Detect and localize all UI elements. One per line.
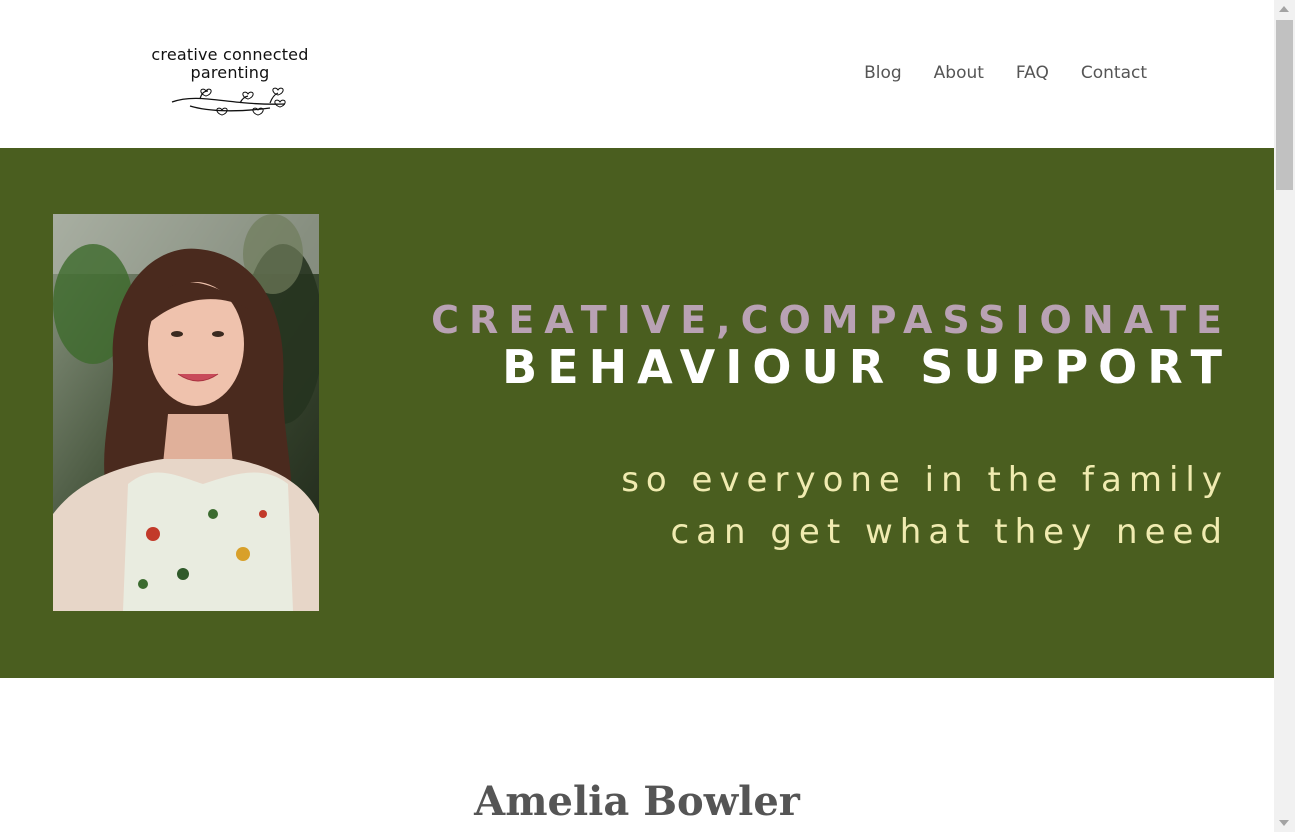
- site-logo[interactable]: creative connected parenting: [144, 46, 316, 120]
- logo-text: creative connected parenting: [144, 46, 316, 82]
- hero-banner: CREATIVE,COMPASSIONATE BEHAVIOUR SUPPORT…: [0, 148, 1274, 678]
- nav-faq[interactable]: FAQ: [1016, 62, 1049, 84]
- profile-name: Amelia Bowler: [474, 778, 800, 825]
- page: creative connected parenting Blog About …: [0, 0, 1274, 832]
- hero-headline-top: CREATIVE,COMPASSIONATE: [431, 298, 1232, 342]
- logo-line-2: parenting: [190, 63, 270, 82]
- main-nav: Blog About FAQ Contact: [864, 62, 1147, 84]
- logo-line-1: creative connected: [151, 45, 309, 64]
- hero-headline-main: BEHAVIOUR SUPPORT: [502, 340, 1232, 394]
- portrait-photo: [53, 214, 319, 611]
- vine-hearts-icon: [171, 87, 286, 116]
- page-scrollbar[interactable]: [1274, 0, 1295, 832]
- scrollbar-thumb[interactable]: [1276, 20, 1293, 190]
- hero-tagline-line-2: can get what they need: [670, 512, 1229, 552]
- nav-contact[interactable]: Contact: [1081, 62, 1147, 84]
- scroll-up-arrow-icon[interactable]: [1279, 6, 1289, 12]
- hero-tagline-line-1: so everyone in the family: [621, 460, 1229, 500]
- site-header: creative connected parenting Blog About …: [0, 0, 1274, 148]
- nav-about[interactable]: About: [934, 62, 984, 84]
- scroll-down-arrow-icon[interactable]: [1279, 820, 1289, 826]
- nav-blog[interactable]: Blog: [864, 62, 902, 84]
